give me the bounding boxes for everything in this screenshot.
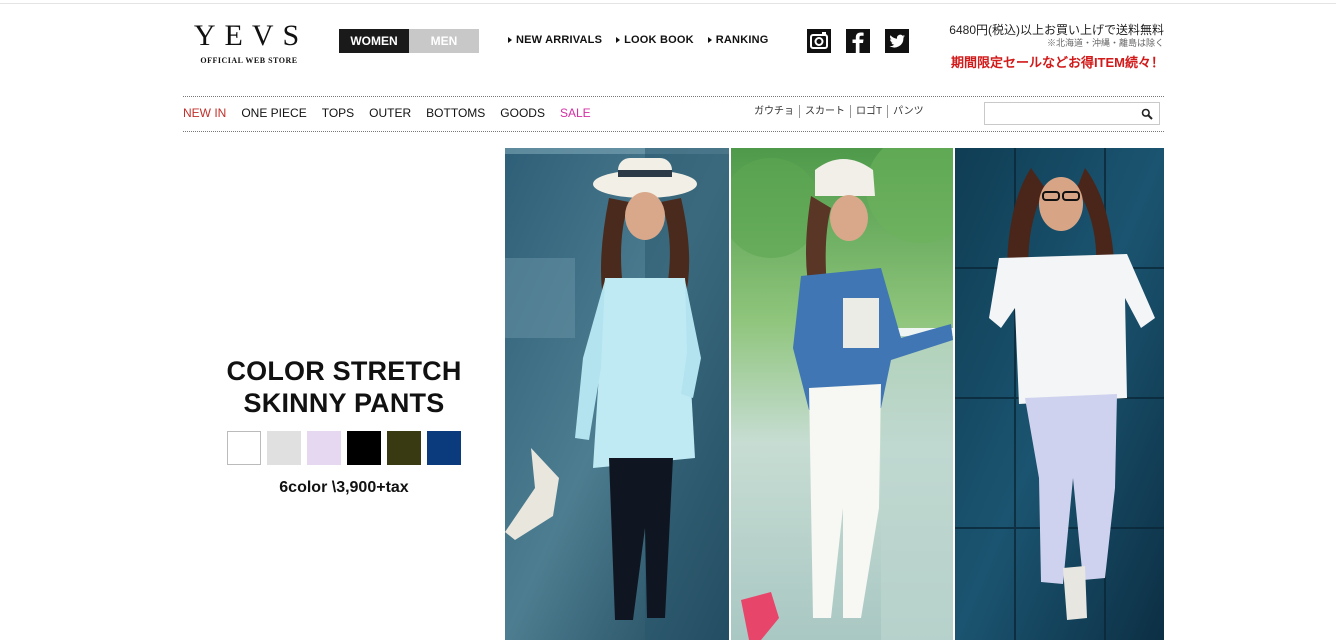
- free-shipping-text: 6480円(税込)以上お買い上げで送料無料: [949, 23, 1164, 37]
- swatch-navy[interactable]: [427, 431, 461, 465]
- divider: [183, 96, 1164, 97]
- top-navigation: NEW ARRIVALS LOOK BOOK RANKING: [508, 34, 769, 46]
- logo-mark: YEVS: [193, 19, 309, 52]
- page-container: YEVS OFFICIAL WEB STORE WOMEN MEN NEW AR…: [183, 0, 1164, 640]
- feature-price: 6color \3,900+tax: [279, 479, 409, 496]
- category-new-in[interactable]: NEW IN: [183, 106, 226, 120]
- women-tab[interactable]: WOMEN: [339, 29, 409, 53]
- category-navigation: NEW IN ONE PIECE TOPS OUTER BOTTOMS GOOD…: [183, 106, 591, 120]
- site-logo[interactable]: YEVS OFFICIAL WEB STORE: [183, 19, 315, 66]
- feature-promo[interactable]: COLOR STRETCH SKINNY PANTS 6color \3,900…: [183, 355, 505, 497]
- shipping-promo: 6480円(税込)以上お買い上げで送料無料 ※北海道・沖縄・離島は除く 期間限定…: [949, 22, 1164, 72]
- men-tab[interactable]: MEN: [409, 29, 479, 53]
- twitter-icon[interactable]: [885, 29, 909, 53]
- feature-title-line1: COLOR STRETCH: [226, 356, 462, 386]
- feature-title-line2: SKINNY PANTS: [243, 388, 445, 418]
- sale-banner-text[interactable]: 期間限定セールなどお得ITEM続々！: [949, 54, 1164, 72]
- tag-gaucho[interactable]: ガウチョ: [754, 105, 799, 118]
- arrow-right-icon: [616, 37, 621, 43]
- category-one-piece[interactable]: ONE PIECE: [241, 106, 306, 120]
- category-tops[interactable]: TOPS: [322, 106, 354, 120]
- tag-logo-t[interactable]: ロゴT: [850, 105, 887, 118]
- nav-look-book[interactable]: LOOK BOOK: [616, 34, 694, 46]
- instagram-icon[interactable]: [807, 29, 831, 53]
- nav-label: NEW ARRIVALS: [516, 34, 603, 46]
- category-goods[interactable]: GOODS: [500, 106, 545, 120]
- search-input[interactable]: [985, 103, 1143, 124]
- color-swatches: [183, 431, 505, 465]
- nav-ranking[interactable]: RANKING: [707, 34, 769, 46]
- gender-switch: WOMEN MEN: [339, 29, 479, 53]
- lookbook-photo-2[interactable]: [731, 148, 953, 640]
- nav-new-arrivals[interactable]: NEW ARRIVALS: [508, 34, 602, 46]
- social-links: [807, 29, 909, 53]
- lookbook-photos: [505, 148, 1164, 640]
- logo-subtitle: OFFICIAL WEB STORE: [200, 56, 298, 65]
- lookbook-photo-1[interactable]: [505, 148, 729, 640]
- shipping-note: ※北海道・沖縄・離島は除く: [1046, 38, 1164, 48]
- tag-skirt[interactable]: スカート: [799, 105, 850, 118]
- nav-label: LOOK BOOK: [624, 34, 694, 46]
- swatch-light-gray[interactable]: [267, 431, 301, 465]
- swatch-black[interactable]: [347, 431, 381, 465]
- facebook-icon[interactable]: [846, 29, 870, 53]
- category-bottoms[interactable]: BOTTOMS: [426, 106, 485, 120]
- lookbook-photo-3[interactable]: [955, 148, 1164, 640]
- swatch-olive[interactable]: [387, 431, 421, 465]
- arrow-right-icon: [707, 37, 712, 43]
- keyword-tags: ガウチョ スカート ロゴT パンツ: [754, 105, 929, 118]
- arrow-right-icon: [508, 37, 512, 43]
- search-box: [984, 102, 1160, 125]
- tag-pants[interactable]: パンツ: [887, 105, 929, 118]
- divider: [183, 131, 1164, 132]
- swatch-lavender[interactable]: [307, 431, 341, 465]
- category-outer[interactable]: OUTER: [369, 106, 411, 120]
- nav-label: RANKING: [715, 34, 769, 46]
- search-icon[interactable]: [1141, 108, 1153, 120]
- swatch-white[interactable]: [227, 431, 261, 465]
- category-sale[interactable]: SALE: [560, 106, 591, 120]
